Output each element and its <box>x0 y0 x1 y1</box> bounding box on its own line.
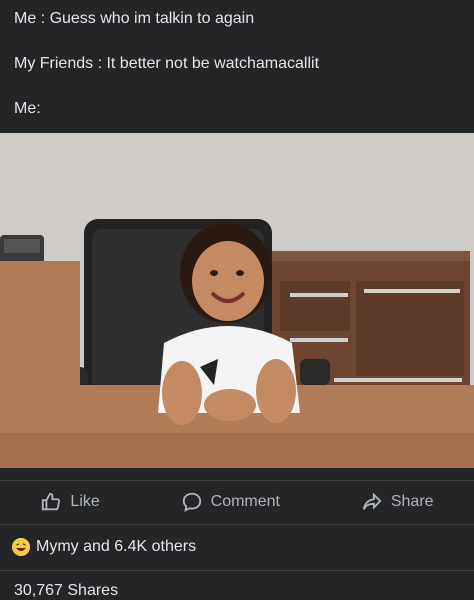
thumbs-up-icon <box>40 491 62 513</box>
caption-line-3: Me: <box>14 100 41 117</box>
laughing-emoji-icon <box>12 538 30 556</box>
shares-count[interactable]: 30,767 Shares <box>14 582 118 600</box>
comment-bubble-icon <box>181 491 203 513</box>
share-button[interactable]: Share <box>361 491 434 513</box>
mid-divider <box>0 524 474 525</box>
post-caption: Me : Guess who im talkin to again My Fri… <box>14 8 464 143</box>
post-photo[interactable] <box>0 133 474 468</box>
share-arrow-icon <box>361 491 383 513</box>
comment-label: Comment <box>210 493 280 510</box>
reactions-summary[interactable]: Mymy and 6.4K others <box>12 535 196 559</box>
reactions-text: Mymy and 6.4K others <box>36 538 197 555</box>
photo-illustration <box>0 133 474 468</box>
bottom-divider <box>0 570 474 571</box>
post-actions-bar: Like Comment Share <box>0 480 474 524</box>
caption-line-1: Me : Guess who im talkin to again <box>14 10 255 27</box>
comment-button[interactable]: Comment <box>181 491 280 513</box>
caption-line-2: My Friends : It better not be watchamaca… <box>14 55 320 72</box>
like-button[interactable]: Like <box>40 491 100 513</box>
share-label: Share <box>390 493 434 510</box>
like-label: Like <box>70 493 100 510</box>
